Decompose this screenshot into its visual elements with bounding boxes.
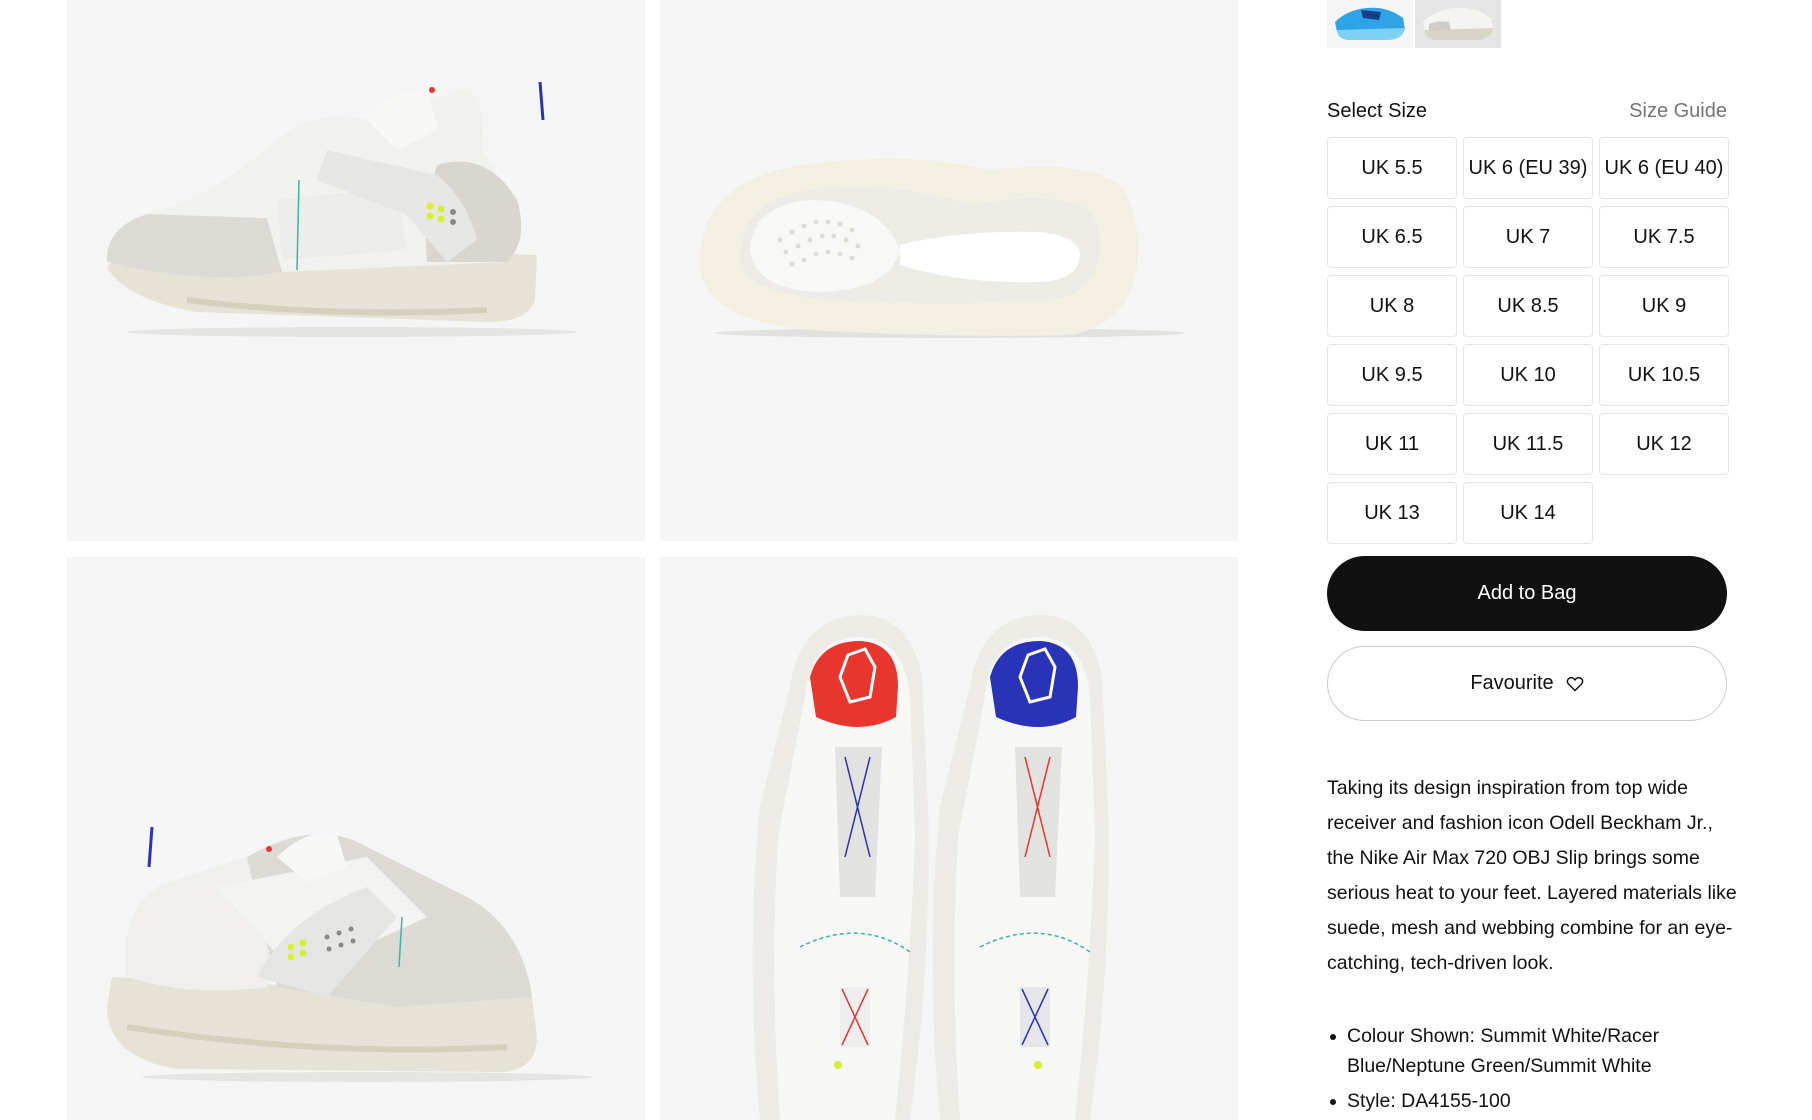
product-description: Taking its design inspiration from top w… xyxy=(1327,777,1737,974)
add-to-bag-button[interactable]: Add to Bag xyxy=(1327,556,1727,631)
product-gallery xyxy=(67,0,1239,1120)
size-grid: UK 5.5 UK 6 (EU 39) UK 6 (EU 40) UK 6.5 UK 7… xyxy=(1327,137,1729,544)
add-to-bag-label: Add to Bag xyxy=(1477,582,1577,604)
size-option-button[interactable]: UK 5.5 xyxy=(1327,137,1457,199)
size-option-button[interactable]: UK 6.5 xyxy=(1327,206,1457,268)
size-selector-header: Select Size Size Guide xyxy=(1327,100,1727,123)
size-option-button[interactable]: UK 7.5 xyxy=(1599,206,1729,268)
size-option-button[interactable]: UK 8.5 xyxy=(1463,275,1593,337)
colorway-thumbnail-white[interactable] xyxy=(1415,0,1501,48)
shoe-sole-view-image[interactable] xyxy=(660,0,1238,541)
size-option-button[interactable]: UK 6 (EU 40) xyxy=(1599,137,1729,199)
size-guide-link[interactable]: Size Guide xyxy=(1629,100,1727,123)
size-option-button[interactable]: UK 9.5 xyxy=(1327,344,1457,406)
size-option-button[interactable]: UK 13 xyxy=(1327,482,1457,544)
size-option-button[interactable]: UK 12 xyxy=(1599,413,1729,475)
select-size-title: Select Size xyxy=(1327,100,1428,122)
size-option-button[interactable]: UK 7 xyxy=(1463,206,1593,268)
product-details-list: Colour Shown: Summit White/Racer Blue/Ne… xyxy=(1327,1021,1737,1120)
size-option-button[interactable]: UK 10 xyxy=(1463,344,1593,406)
size-option-button[interactable]: UK 11.5 xyxy=(1463,413,1593,475)
shoe-top-view-pair-image[interactable] xyxy=(660,557,1238,1120)
size-option-button[interactable]: UK 10.5 xyxy=(1599,344,1729,406)
size-option-button[interactable]: UK 8 xyxy=(1327,275,1457,337)
favourite-button[interactable]: Favourite xyxy=(1327,646,1727,721)
colorway-thumbnail-blue[interactable] xyxy=(1327,0,1413,48)
size-option-button[interactable]: UK 6 (EU 39) xyxy=(1463,137,1593,199)
detail-style-code: Style: DA4155-100 xyxy=(1327,1086,1737,1116)
shoe-lateral-view-image[interactable] xyxy=(67,0,645,541)
size-option-button[interactable]: UK 9 xyxy=(1599,275,1729,337)
favourite-label: Favourite xyxy=(1470,672,1554,694)
size-option-button[interactable]: UK 14 xyxy=(1463,482,1593,544)
detail-colour-shown: Colour Shown: Summit White/Racer Blue/Ne… xyxy=(1327,1021,1737,1081)
shoe-medial-view-image[interactable] xyxy=(67,557,645,1120)
colorway-selector xyxy=(1327,0,1501,48)
size-option-button[interactable]: UK 11 xyxy=(1327,413,1457,475)
heart-icon xyxy=(1566,676,1584,691)
